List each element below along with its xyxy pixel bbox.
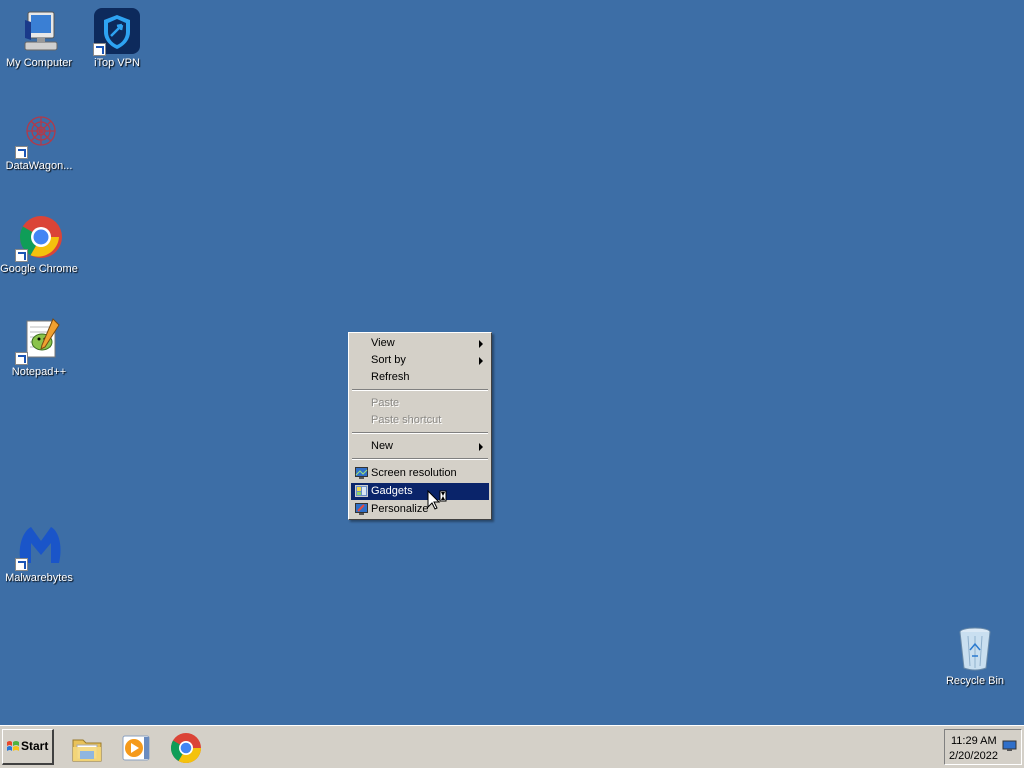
menu-item-paste: Paste bbox=[351, 395, 489, 412]
my-computer-icon bbox=[15, 8, 63, 56]
menu-separator bbox=[352, 389, 488, 391]
desktop-icon-itop-vpn[interactable]: iTop VPN bbox=[78, 8, 156, 70]
menu-separator bbox=[352, 432, 488, 434]
desktop-icon-notepad-plus-plus[interactable]: Notepad++ bbox=[0, 317, 78, 379]
desktop-icon-label: DataWagon... bbox=[5, 160, 73, 172]
menu-item-new[interactable]: New bbox=[351, 438, 489, 455]
menu-item-personalize[interactable]: Personalize bbox=[351, 501, 489, 518]
malwarebytes-icon bbox=[15, 523, 63, 571]
menu-item-refresh[interactable]: Refresh bbox=[351, 369, 489, 386]
gadgets-icon bbox=[355, 485, 368, 497]
desktop-icon-label: Recycle Bin bbox=[945, 675, 1005, 687]
shortcut-arrow-icon bbox=[15, 352, 28, 365]
menu-item-paste-shortcut: Paste shortcut bbox=[351, 412, 489, 429]
itop-vpn-icon bbox=[93, 8, 141, 56]
menu-item-gadgets[interactable]: Gadgets bbox=[351, 483, 489, 500]
desktop-context-menu: View Sort by Refresh Paste Paste shortcu… bbox=[348, 332, 492, 520]
taskbar: Start 11:29 AM 2/20/2022 bbox=[0, 725, 1024, 768]
menu-item-screen-resolution[interactable]: Screen resolution bbox=[351, 465, 489, 482]
clock-time: 11:29 AM bbox=[951, 735, 997, 747]
recycle-bin-icon bbox=[951, 626, 999, 674]
network-icon[interactable] bbox=[1002, 740, 1018, 752]
menu-item-sort-by[interactable]: Sort by bbox=[351, 352, 489, 369]
desktop-icon-label: Malwarebytes bbox=[5, 572, 73, 584]
menu-item-label: Personalize bbox=[371, 503, 429, 515]
menu-item-label: Refresh bbox=[371, 371, 410, 383]
desktop-icon-label: iTop VPN bbox=[94, 57, 140, 69]
clock-date: 2/20/2022 bbox=[949, 750, 998, 762]
media-player-icon[interactable] bbox=[120, 731, 154, 765]
submenu-arrow-icon bbox=[479, 443, 483, 451]
notepad-plus-plus-icon bbox=[15, 317, 63, 365]
shortcut-arrow-icon bbox=[15, 249, 28, 262]
menu-item-label: View bbox=[371, 337, 395, 349]
personalize-icon bbox=[355, 503, 368, 515]
system-tray[interactable]: 11:29 AM 2/20/2022 bbox=[944, 729, 1022, 765]
menu-item-label: Paste shortcut bbox=[371, 414, 442, 426]
submenu-arrow-icon bbox=[479, 340, 483, 348]
menu-separator bbox=[352, 458, 488, 460]
shortcut-arrow-icon bbox=[93, 43, 106, 56]
desktop-icon-datawagon[interactable]: DataWagon... bbox=[0, 111, 78, 173]
start-button[interactable]: Start bbox=[2, 729, 54, 765]
desktop-icon-google-chrome[interactable]: Google Chrome bbox=[0, 214, 78, 276]
shortcut-arrow-icon bbox=[15, 558, 28, 571]
submenu-arrow-icon bbox=[479, 357, 483, 365]
menu-item-label: Gadgets bbox=[371, 485, 413, 497]
desktop-icon-malwarebytes[interactable]: Malwarebytes bbox=[0, 523, 78, 585]
menu-item-view[interactable]: View bbox=[351, 335, 489, 352]
shortcut-arrow-icon bbox=[15, 146, 28, 159]
desktop-icon-label: Google Chrome bbox=[0, 263, 78, 275]
datawagon-icon bbox=[15, 111, 63, 159]
menu-item-label: Screen resolution bbox=[371, 467, 457, 479]
desktop-icon-label: Notepad++ bbox=[11, 366, 67, 378]
chrome-icon bbox=[15, 214, 63, 262]
menu-item-label: New bbox=[371, 440, 394, 452]
desktop-icon-recycle-bin[interactable]: Recycle Bin bbox=[936, 626, 1014, 688]
desktop-icon-my-computer[interactable]: My Computer bbox=[0, 8, 78, 70]
desktop-icon-label: My Computer bbox=[5, 57, 73, 69]
start-label: Start bbox=[21, 739, 49, 753]
desktop[interactable]: My Computer iTop VPN DataWagon... Google… bbox=[0, 0, 1024, 725]
chrome-icon[interactable] bbox=[169, 731, 203, 765]
menu-item-label: Paste bbox=[371, 397, 400, 409]
menu-item-label: Sort by bbox=[371, 354, 406, 366]
windows-logo-icon bbox=[7, 741, 19, 751]
file-explorer-icon[interactable] bbox=[70, 731, 104, 765]
screen-resolution-icon bbox=[355, 467, 368, 479]
